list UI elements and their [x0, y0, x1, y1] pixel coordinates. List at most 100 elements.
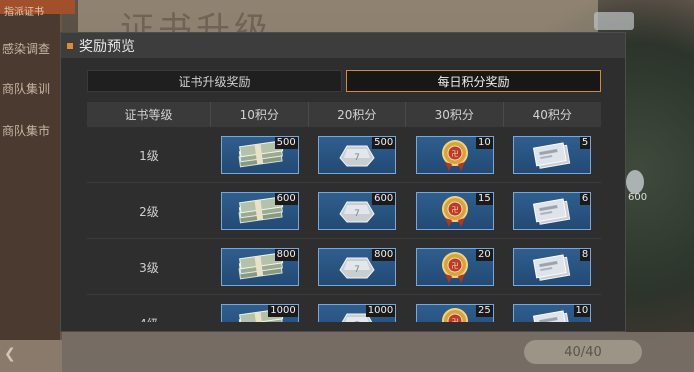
reward-quantity: 1000	[268, 305, 298, 317]
reward-cell: 7 500	[309, 127, 407, 183]
reward-preview-modal: 奖励预览 证书升级奖励 每日积分奖励 证书等级 10积分 20积分 30积分 4…	[60, 32, 626, 332]
reward-item[interactable]: 1000	[220, 304, 299, 322]
ticket-pack-icon	[530, 252, 574, 282]
reward-item[interactable]: 7 500	[318, 136, 397, 174]
reward-cell: 卍 15	[406, 183, 504, 239]
table-row: 3级 800 7 800 卍 20 8	[87, 239, 601, 295]
reward-quantity: 600	[274, 193, 298, 205]
reward-item[interactable]: 7 600	[318, 192, 397, 230]
reward-item[interactable]: 7 1000	[318, 304, 397, 322]
reward-quantity: 600	[372, 193, 396, 205]
svg-text:7: 7	[354, 265, 360, 275]
reward-cell: 5	[504, 127, 602, 183]
reward-quantity: 1000	[365, 305, 396, 317]
reward-item[interactable]: 卍 25	[415, 304, 494, 322]
modal-title: 奖励预览	[79, 38, 135, 55]
table-body: 1级 500 7 500 卍 10 5 2级 600 7 600 卍 15 6 3级 800 7 800 卍 20 8 4…	[87, 127, 601, 322]
reward-item[interactable]: 卍 15	[415, 192, 494, 230]
side-tab-label: 指派证书	[4, 7, 44, 18]
reward-quantity: 15	[476, 193, 493, 205]
ticket-pack-icon	[530, 196, 574, 226]
svg-text:卍: 卍	[451, 150, 458, 158]
reward-table[interactable]: 证书等级 10积分 20积分 30积分 40积分 1级 500 7 500 卍 10 5 2级…	[87, 102, 601, 322]
reward-quantity: 10	[476, 137, 493, 149]
column-header-30: 30积分	[406, 102, 504, 127]
level-label: 4级	[139, 315, 159, 323]
level-cell: 4级	[87, 295, 211, 323]
svg-text:7: 7	[354, 153, 360, 163]
svg-text:7: 7	[354, 209, 360, 219]
reward-quantity: 500	[372, 137, 396, 149]
reward-item[interactable]: 8	[513, 248, 592, 286]
reward-tabs: 证书升级奖励 每日积分奖励	[87, 70, 601, 92]
level-cell: 2级	[87, 183, 211, 239]
reward-item[interactable]: 10	[513, 304, 592, 322]
column-header-10: 10积分	[211, 102, 309, 127]
background-coin-icon	[626, 170, 644, 194]
reward-cell: 7 1000	[309, 295, 407, 322]
level-cell: 1级	[87, 127, 211, 183]
reward-quantity: 500	[274, 137, 298, 149]
reward-quantity: 5	[579, 137, 591, 149]
reward-item[interactable]: 600	[220, 192, 299, 230]
svg-text:卍: 卍	[451, 206, 458, 214]
background-amount: 600	[628, 192, 648, 203]
reward-item[interactable]: 800	[220, 248, 299, 286]
reward-item[interactable]: 6	[513, 192, 592, 230]
column-header-level: 证书等级	[87, 102, 211, 127]
progress-counter: 40/40	[524, 340, 642, 364]
svg-text:卍: 卍	[451, 318, 458, 322]
table-row: 4级 1000 7 1000 卍 25 10	[87, 295, 601, 322]
level-cell: 3级	[87, 239, 211, 295]
reward-cell: 卍 25	[406, 295, 504, 322]
red-medal-icon: 卍	[435, 250, 475, 284]
reward-cell: 卍 20	[406, 239, 504, 295]
back-arrow-icon[interactable]: ❮	[4, 346, 16, 362]
table-header: 证书等级 10积分 20积分 30积分 40积分	[87, 102, 601, 127]
reward-cell: 10	[504, 295, 602, 322]
column-header-40: 40积分	[532, 108, 572, 122]
svg-text:卍: 卍	[451, 262, 458, 270]
red-medal-icon: 卍	[435, 194, 475, 228]
background-silver-icon	[594, 12, 634, 30]
modal-header: 奖励预览	[61, 33, 625, 58]
reward-quantity: 20	[476, 249, 493, 261]
reward-item[interactable]: 500	[220, 136, 299, 174]
reward-cell: 800	[211, 239, 309, 295]
title-marker-icon	[67, 42, 73, 49]
column-header-20: 20积分	[309, 102, 406, 127]
tab-upgrade-rewards[interactable]: 证书升级奖励	[87, 70, 342, 92]
level-label: 1级	[139, 148, 159, 163]
reward-item[interactable]: 卍 10	[415, 136, 494, 174]
reward-quantity: 25	[476, 305, 493, 317]
level-label: 2级	[139, 204, 159, 219]
tab-daily-points-rewards[interactable]: 每日积分奖励	[346, 70, 601, 92]
reward-cell: 600	[211, 183, 309, 239]
reward-quantity: 800	[372, 249, 396, 261]
red-medal-icon: 卍	[435, 306, 475, 322]
reward-quantity: 10	[573, 305, 591, 317]
ticket-pack-icon	[530, 140, 574, 170]
reward-cell: 7 600	[309, 183, 407, 239]
table-row: 2级 600 7 600 卍 15 6	[87, 183, 601, 239]
reward-cell: 8	[504, 239, 602, 295]
side-tab[interactable]: 指派证书	[0, 0, 75, 18]
reward-item[interactable]: 7 800	[318, 248, 397, 286]
reward-item[interactable]: 5	[513, 136, 592, 174]
side-item-0[interactable]: 感染调查	[2, 40, 50, 57]
red-medal-icon: 卍	[435, 138, 475, 172]
reward-cell: 卍 10	[406, 127, 504, 183]
table-row: 1级 500 7 500 卍 10 5	[87, 127, 601, 183]
reward-cell: 6	[504, 183, 602, 239]
reward-item[interactable]: 卍 20	[415, 248, 494, 286]
svg-text:7: 7	[354, 321, 360, 322]
reward-quantity: 6	[579, 193, 591, 205]
side-item-1[interactable]: 商队集训	[2, 80, 50, 97]
reward-cell: 7 800	[309, 239, 407, 295]
reward-cell: 1000	[211, 295, 309, 322]
reward-quantity: 8	[579, 249, 591, 261]
side-item-2[interactable]: 商队集市	[2, 122, 50, 139]
side-panel: 指派证书 感染调查 商队集训 商队集市 ❮	[0, 0, 75, 372]
ticket-pack-icon	[530, 308, 574, 322]
reward-quantity: 800	[274, 249, 298, 261]
